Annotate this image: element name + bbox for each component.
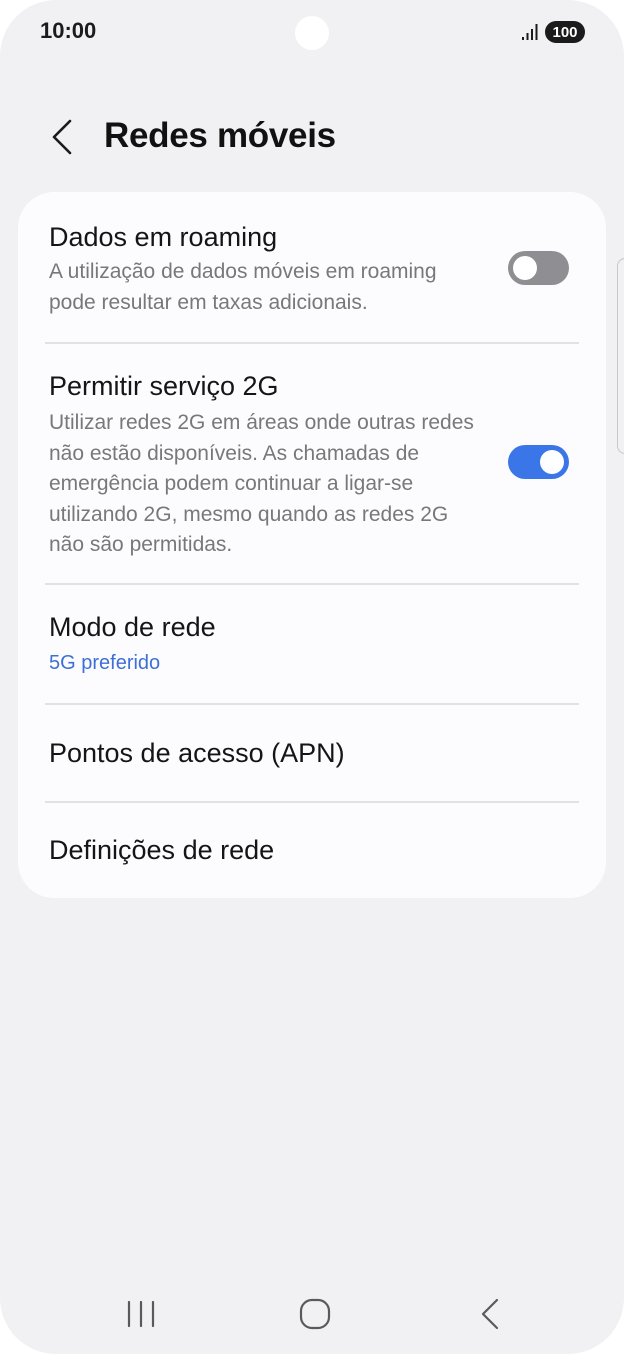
- battery-icon: 100: [545, 21, 585, 43]
- setting-network-mode[interactable]: Modo de rede 5G preferido: [18, 584, 606, 703]
- settings-card: Dados em roaming A utilização de dados m…: [18, 192, 606, 898]
- setting-allow-2g[interactable]: Permitir serviço 2G Utilizar redes 2G em…: [18, 343, 606, 583]
- setting-description: A utilização de dados móveis em roaming …: [49, 260, 437, 314]
- setting-title: Definições de rede: [49, 835, 275, 865]
- setting-description: Utilizar redes 2G em áreas onde outras r…: [49, 411, 474, 556]
- setting-network-settings[interactable]: Definições de rede: [18, 802, 606, 898]
- setting-title: Modo de rede: [49, 612, 216, 642]
- data-roaming-toggle[interactable]: [508, 251, 569, 285]
- scroll-indicator[interactable]: [617, 258, 624, 454]
- status-time: 10:00: [40, 18, 97, 43]
- setting-data-roaming[interactable]: Dados em roaming A utilização de dados m…: [18, 192, 606, 342]
- back-icon[interactable]: [478, 1296, 502, 1332]
- phone-screen: 10:00 100 Redes móveis Dados em roaming …: [0, 0, 624, 1354]
- setting-title: Dados em roaming: [49, 222, 278, 252]
- chevron-left-icon: [52, 119, 72, 155]
- toggle-knob: [540, 450, 564, 474]
- allow-2g-toggle[interactable]: [508, 445, 569, 479]
- recents-icon[interactable]: [124, 1298, 158, 1330]
- home-icon[interactable]: [298, 1297, 332, 1331]
- back-button[interactable]: [40, 112, 84, 162]
- camera-cutout: [295, 16, 329, 50]
- setting-title: Permitir serviço 2G: [49, 371, 279, 401]
- signal-icon: [522, 24, 538, 40]
- page-title: Redes móveis: [104, 116, 336, 155]
- setting-access-points[interactable]: Pontos de acesso (APN): [18, 704, 606, 801]
- setting-subtitle: 5G preferido: [49, 652, 161, 674]
- toggle-knob: [513, 256, 537, 280]
- setting-title: Pontos de acesso (APN): [49, 738, 345, 768]
